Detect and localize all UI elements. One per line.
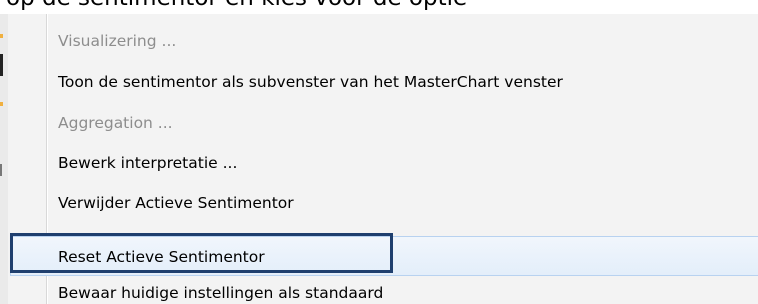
menu-item-toon-als-subvenster[interactable]: Toon de sentimentor als subvenster van h… [58,65,563,99]
menu-item-bewerk-interpretatie[interactable]: Bewerk interpretatie ... [58,146,237,180]
edge-artifact [0,164,2,176]
edge-artifact [0,34,3,38]
menu-item-visualizering: Visualizering ... [58,32,177,50]
edge-artifact [0,102,3,106]
menu-item-verwijder-sentimentor[interactable]: Verwijder Actieve Sentimentor [58,186,294,220]
document-instruction-text: op de sentimentor en kies voor de optie [6,0,467,11]
screenshot-page: op de sentimentor en kies voor de optie … [0,0,758,304]
edge-artifact [0,54,3,76]
menu-item-aggregation: Aggregation ... [58,114,173,132]
menu-item-bewaar-instellingen[interactable]: Bewaar huidige instellingen als standaar… [58,276,383,304]
annotation-highlight-box [10,233,393,273]
context-menu: Visualizering ... Toon de sentimentor al… [0,14,758,304]
